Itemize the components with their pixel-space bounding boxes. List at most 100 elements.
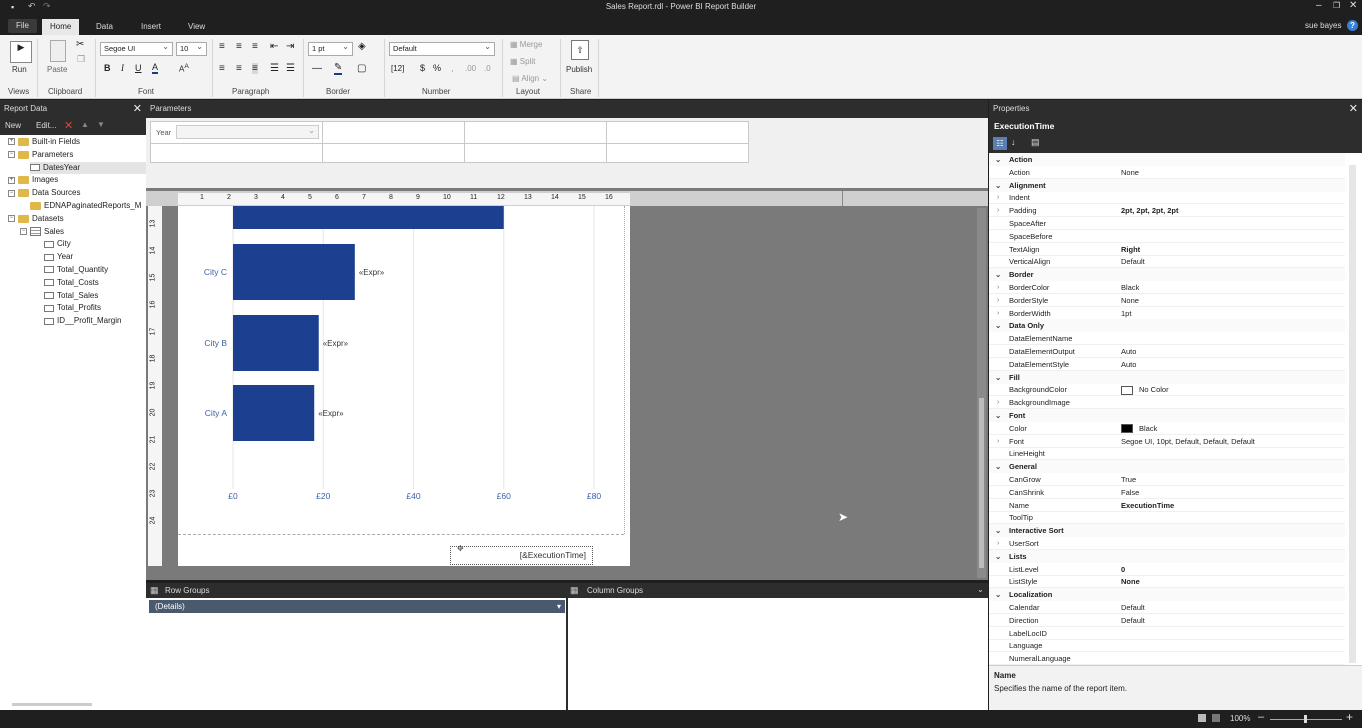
italic-icon[interactable]: I — [121, 63, 124, 73]
expand-icon[interactable]: › — [997, 191, 999, 204]
decrease-indent-icon[interactable]: ⇤ — [270, 41, 278, 52]
numbering-icon[interactable]: ☰ — [286, 63, 295, 74]
property-category[interactable]: ⌄ Border — [989, 268, 1345, 282]
expand-icon[interactable]: − — [20, 227, 27, 235]
move-up-icon[interactable]: ▲ — [81, 120, 89, 129]
property-row[interactable]: NumeralLanguage — [989, 652, 1345, 666]
collapse-icon[interactable]: ⌄ — [995, 524, 1001, 537]
align-right-icon[interactable]: ≡ — [252, 63, 258, 74]
property-category[interactable]: ⌄ Font — [989, 409, 1345, 422]
increase-indent-icon[interactable]: ⇥ — [286, 41, 294, 52]
expand-icon[interactable]: + — [8, 138, 15, 146]
font-name-select[interactable]: Segoe UI — [100, 41, 173, 56]
expand-icon[interactable]: › — [997, 307, 999, 320]
property-value[interactable]: 2pt, 2pt, 2pt, 2pt — [1121, 204, 1179, 217]
groups-menu-icon[interactable]: ⌄ — [977, 585, 984, 594]
align-top-icon[interactable]: ≡ — [219, 41, 225, 52]
property-row[interactable]: › Padding 2pt, 2pt, 2pt, 2pt — [989, 204, 1345, 218]
align-left-icon[interactable]: ≡ — [219, 63, 225, 74]
tree-scrollbar[interactable] — [12, 703, 92, 706]
tree-item-images[interactable]: + Images — [8, 174, 58, 186]
border-width-select[interactable]: 1 pt — [308, 41, 353, 56]
collapse-icon[interactable]: ⌄ — [995, 460, 1001, 473]
decrease-decimal-icon[interactable]: .0 — [484, 64, 491, 73]
tree-item-total-costs[interactable]: Total_Costs — [44, 277, 99, 289]
property-row[interactable]: DataElementName — [989, 332, 1345, 346]
align-bottom-icon[interactable]: ≡ — [252, 41, 258, 52]
report-page[interactable]: £0 £20 £40 £60 £80 City C «Expr» City B «Expr» Ci… — [178, 206, 630, 566]
property-row[interactable]: › Indent — [989, 191, 1345, 205]
property-value[interactable]: False — [1121, 486, 1139, 499]
cut-icon[interactable]: ✂ — [76, 39, 84, 50]
percent-icon[interactable]: % — [433, 63, 441, 73]
execution-time-textbox[interactable]: [&ExecutionTime] ✥ — [450, 544, 593, 565]
fill-color-icon[interactable]: ◈ — [358, 41, 366, 52]
expand-icon[interactable]: › — [997, 435, 999, 448]
comma-icon[interactable]: , — [451, 63, 454, 73]
paste-icon[interactable] — [50, 40, 66, 62]
tree-item-datasets[interactable]: − Datasets — [8, 213, 64, 225]
property-value[interactable]: ExecutionTime — [1121, 499, 1174, 512]
property-category[interactable]: ⌄ Localization — [989, 588, 1345, 602]
property-row[interactable]: Action None — [989, 166, 1345, 179]
property-row[interactable]: › BorderStyle None — [989, 294, 1345, 307]
close-report-data-icon[interactable]: ✕ — [133, 100, 142, 118]
expand-icon[interactable]: › — [997, 281, 999, 294]
expand-icon[interactable]: › — [997, 294, 999, 307]
categorized-icon[interactable]: ☷ — [993, 137, 1007, 150]
details-group[interactable]: (Details) ▾ — [149, 600, 565, 613]
property-row[interactable]: › BackgroundImage — [989, 396, 1345, 410]
increase-decimal-icon[interactable]: .00 — [465, 64, 476, 73]
merge-button[interactable]: ▦ Merge — [510, 40, 542, 49]
move-down-icon[interactable]: ▼ — [97, 120, 105, 129]
restore-icon[interactable]: ❐ — [1333, 1, 1340, 10]
move-handle-icon[interactable]: ✥ — [457, 544, 464, 553]
property-row[interactable]: Language — [989, 639, 1345, 653]
property-row[interactable]: ListStyle None — [989, 575, 1345, 589]
expand-icon[interactable]: + — [8, 176, 15, 184]
property-row[interactable]: SpaceAfter — [989, 217, 1345, 230]
collapse-icon[interactable]: ⌄ — [995, 588, 1001, 601]
property-row[interactable]: Direction Default — [989, 614, 1345, 627]
property-value[interactable]: Default — [1121, 255, 1145, 268]
close-properties-icon[interactable]: ✕ — [1349, 100, 1358, 118]
bullets-icon[interactable]: ☰ — [270, 63, 279, 74]
property-category[interactable]: ⌄ Data Only — [989, 319, 1345, 333]
property-value[interactable]: Right — [1121, 243, 1140, 256]
property-row[interactable]: DataElementStyle Auto — [989, 358, 1345, 371]
zoom-out-icon[interactable]: – — [1258, 711, 1264, 723]
property-row[interactable]: BackgroundColor No Color — [989, 383, 1345, 397]
tab-insert[interactable]: Insert — [133, 19, 169, 35]
tree-item-built-in-fields[interactable]: + Built-in Fields — [8, 136, 80, 148]
close-window-icon[interactable]: ✕ — [1349, 0, 1357, 11]
property-value[interactable]: 1pt — [1121, 307, 1131, 320]
property-row[interactable]: ToolTip — [989, 511, 1345, 525]
property-row[interactable]: › UserSort — [989, 537, 1345, 550]
property-row[interactable]: Color Black — [989, 422, 1345, 435]
font-size-select[interactable]: 10 — [176, 41, 207, 56]
collapse-icon[interactable]: ⌄ — [995, 268, 1001, 281]
property-value[interactable]: Black — [1121, 281, 1139, 294]
zoom-in-icon[interactable]: + — [1346, 710, 1353, 724]
property-row[interactable]: SpaceBefore — [989, 230, 1345, 243]
tree-item-total-profits[interactable]: Total_Profits — [44, 302, 101, 314]
bar-chart[interactable]: £0 £20 £40 £60 £80 City C «Expr» City B «Expr» Ci… — [178, 206, 624, 532]
tree-item-total-sales[interactable]: Total_Sales — [44, 290, 98, 302]
property-row[interactable]: › Font Segoe UI, 10pt, Default, Default, D… — [989, 435, 1345, 448]
tree-item-year[interactable]: Year — [44, 251, 73, 263]
borders-icon[interactable]: ▢ — [357, 63, 366, 74]
split-button[interactable]: ▦ Split — [510, 57, 535, 66]
align-center-icon[interactable]: ≡ — [236, 63, 242, 74]
property-value[interactable]: None — [1121, 166, 1139, 179]
expand-icon[interactable]: − — [8, 151, 15, 159]
alphabetical-icon[interactable]: ↓ — [1011, 137, 1016, 147]
minimize-icon[interactable]: – — [1316, 0, 1322, 11]
align-button[interactable]: ▤ Align ⌄ — [512, 74, 548, 83]
tab-home[interactable]: Home — [42, 19, 80, 35]
property-row[interactable]: › BorderWidth 1pt — [989, 307, 1345, 320]
align-middle-icon[interactable]: ≡ — [236, 41, 242, 52]
property-row[interactable]: LabelLocID — [989, 627, 1345, 640]
property-category[interactable]: ⌄ Lists — [989, 549, 1345, 563]
property-row[interactable]: VerticalAlign Default — [989, 255, 1345, 269]
tab-file[interactable]: File — [8, 19, 37, 33]
